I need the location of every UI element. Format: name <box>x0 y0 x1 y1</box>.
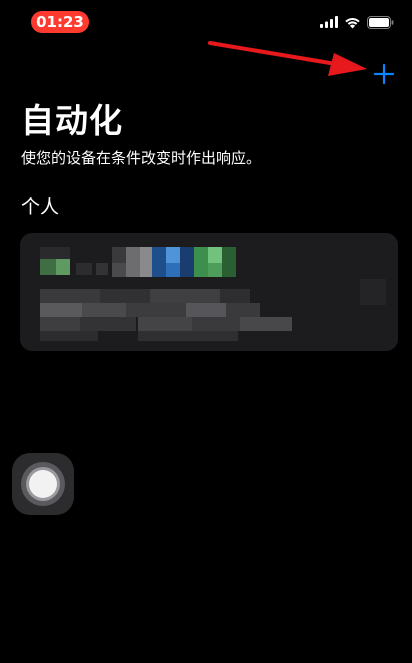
add-automation-button[interactable] <box>370 60 398 88</box>
pixelated-block <box>152 247 166 277</box>
section-header-personal: 个人 <box>21 196 60 218</box>
pixelated-block <box>126 303 186 317</box>
assistive-touch-button[interactable] <box>12 453 74 515</box>
pixelated-block <box>56 259 70 275</box>
pixelated-block <box>208 247 222 263</box>
status-time: 01:23 <box>31 11 89 33</box>
pixelated-block <box>76 263 92 275</box>
wifi-icon <box>345 17 360 28</box>
pixelated-block <box>40 331 98 341</box>
page-subtitle: 使您的设备在条件改变时作出响应。 <box>21 149 262 167</box>
page-title: 自动化 <box>21 101 123 140</box>
pixelated-block <box>100 289 150 303</box>
automation-card[interactable] <box>20 233 398 351</box>
plus-icon <box>373 63 395 85</box>
pixelated-block <box>40 259 56 275</box>
pixelated-block <box>138 317 192 331</box>
pixelated-block <box>82 303 126 317</box>
pixelated-block <box>192 317 240 331</box>
pixelated-block <box>150 289 220 303</box>
pixelated-block <box>180 247 194 277</box>
pixelated-block <box>40 317 80 331</box>
pixelated-block <box>40 303 82 317</box>
pixelated-block <box>126 247 140 277</box>
pixelated-block <box>112 247 126 263</box>
pixelated-block <box>80 317 136 331</box>
pixelated-block <box>240 317 292 331</box>
pixelated-block <box>166 247 180 263</box>
pixelated-block <box>40 289 100 303</box>
pixelated-block <box>112 263 126 277</box>
pixelated-block <box>194 247 208 277</box>
pixelated-block <box>208 263 222 277</box>
pixelated-block <box>166 263 180 277</box>
battery-icon <box>367 15 394 29</box>
assistive-touch-icon <box>21 462 65 506</box>
pixelated-block <box>226 303 260 317</box>
arrow-icon <box>208 41 367 76</box>
pixelated-block <box>138 331 238 341</box>
pixelated-block <box>222 247 236 277</box>
pixelated-block <box>96 263 108 275</box>
pixelated-block <box>360 279 386 305</box>
pixelated-block <box>186 303 226 317</box>
status-icons <box>320 14 394 30</box>
pixelated-block <box>220 289 250 303</box>
pixelated-block <box>140 247 152 277</box>
signal-icon <box>320 16 338 28</box>
